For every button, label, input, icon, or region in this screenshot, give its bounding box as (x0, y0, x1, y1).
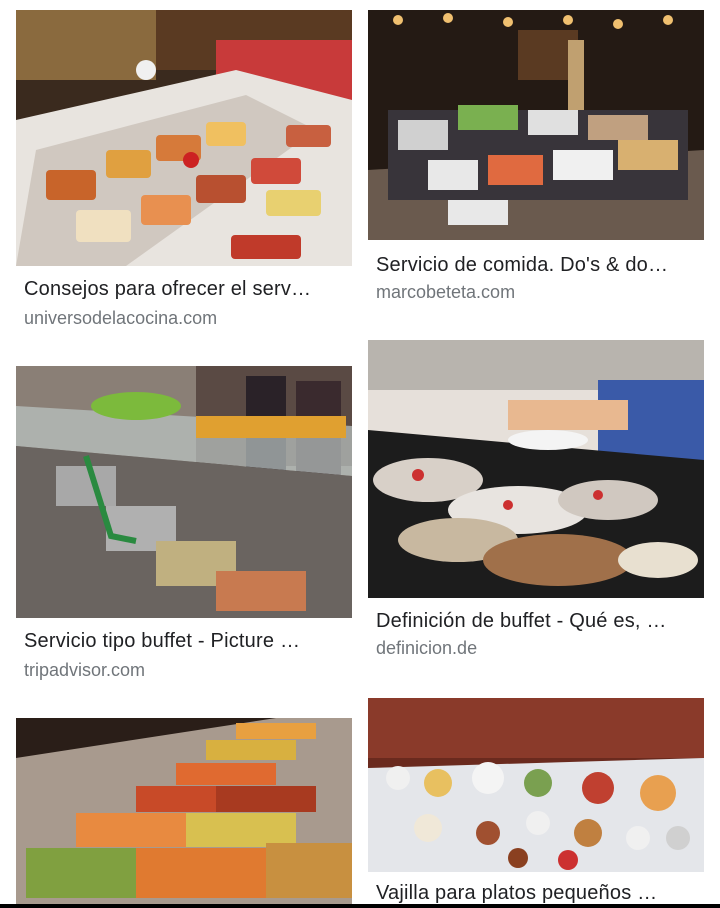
image-result-card[interactable]: Vajilla para platos pequeños … (368, 698, 704, 904)
result-source: definicion.de (376, 638, 478, 658)
image-result-card[interactable]: Servicio de comida. Do's & do… marcobete… (368, 10, 704, 310)
result-thumbnail[interactable] (368, 698, 704, 872)
result-thumbnail[interactable] (16, 366, 352, 618)
result-thumbnail[interactable] (16, 10, 352, 266)
result-thumbnail[interactable] (16, 718, 352, 904)
result-source: marcobeteta.com (376, 282, 516, 302)
result-title[interactable]: Definición de buffet - Qué es, … (376, 610, 698, 633)
result-source: tripadvisor.com (24, 660, 146, 680)
result-title[interactable]: Consejos para ofrecer el serv… (24, 278, 346, 301)
screen-bottom-edge (0, 904, 720, 908)
image-result-card[interactable] (16, 718, 352, 904)
result-title[interactable]: Servicio de comida. Do's & do… (376, 254, 698, 277)
image-result-card[interactable]: Servicio tipo buffet - Picture … tripadv… (16, 366, 352, 696)
image-result-card[interactable]: Consejos para ofrecer el serv… universod… (16, 10, 352, 340)
result-title[interactable]: Servicio tipo buffet - Picture … (24, 630, 346, 653)
image-result-card[interactable]: Definición de buffet - Qué es, … definic… (368, 340, 704, 670)
result-thumbnail[interactable] (368, 10, 704, 240)
result-source: universodelacocina.com (24, 308, 218, 328)
result-thumbnail[interactable] (368, 340, 704, 598)
result-title[interactable]: Vajilla para platos pequeños … (376, 882, 698, 905)
